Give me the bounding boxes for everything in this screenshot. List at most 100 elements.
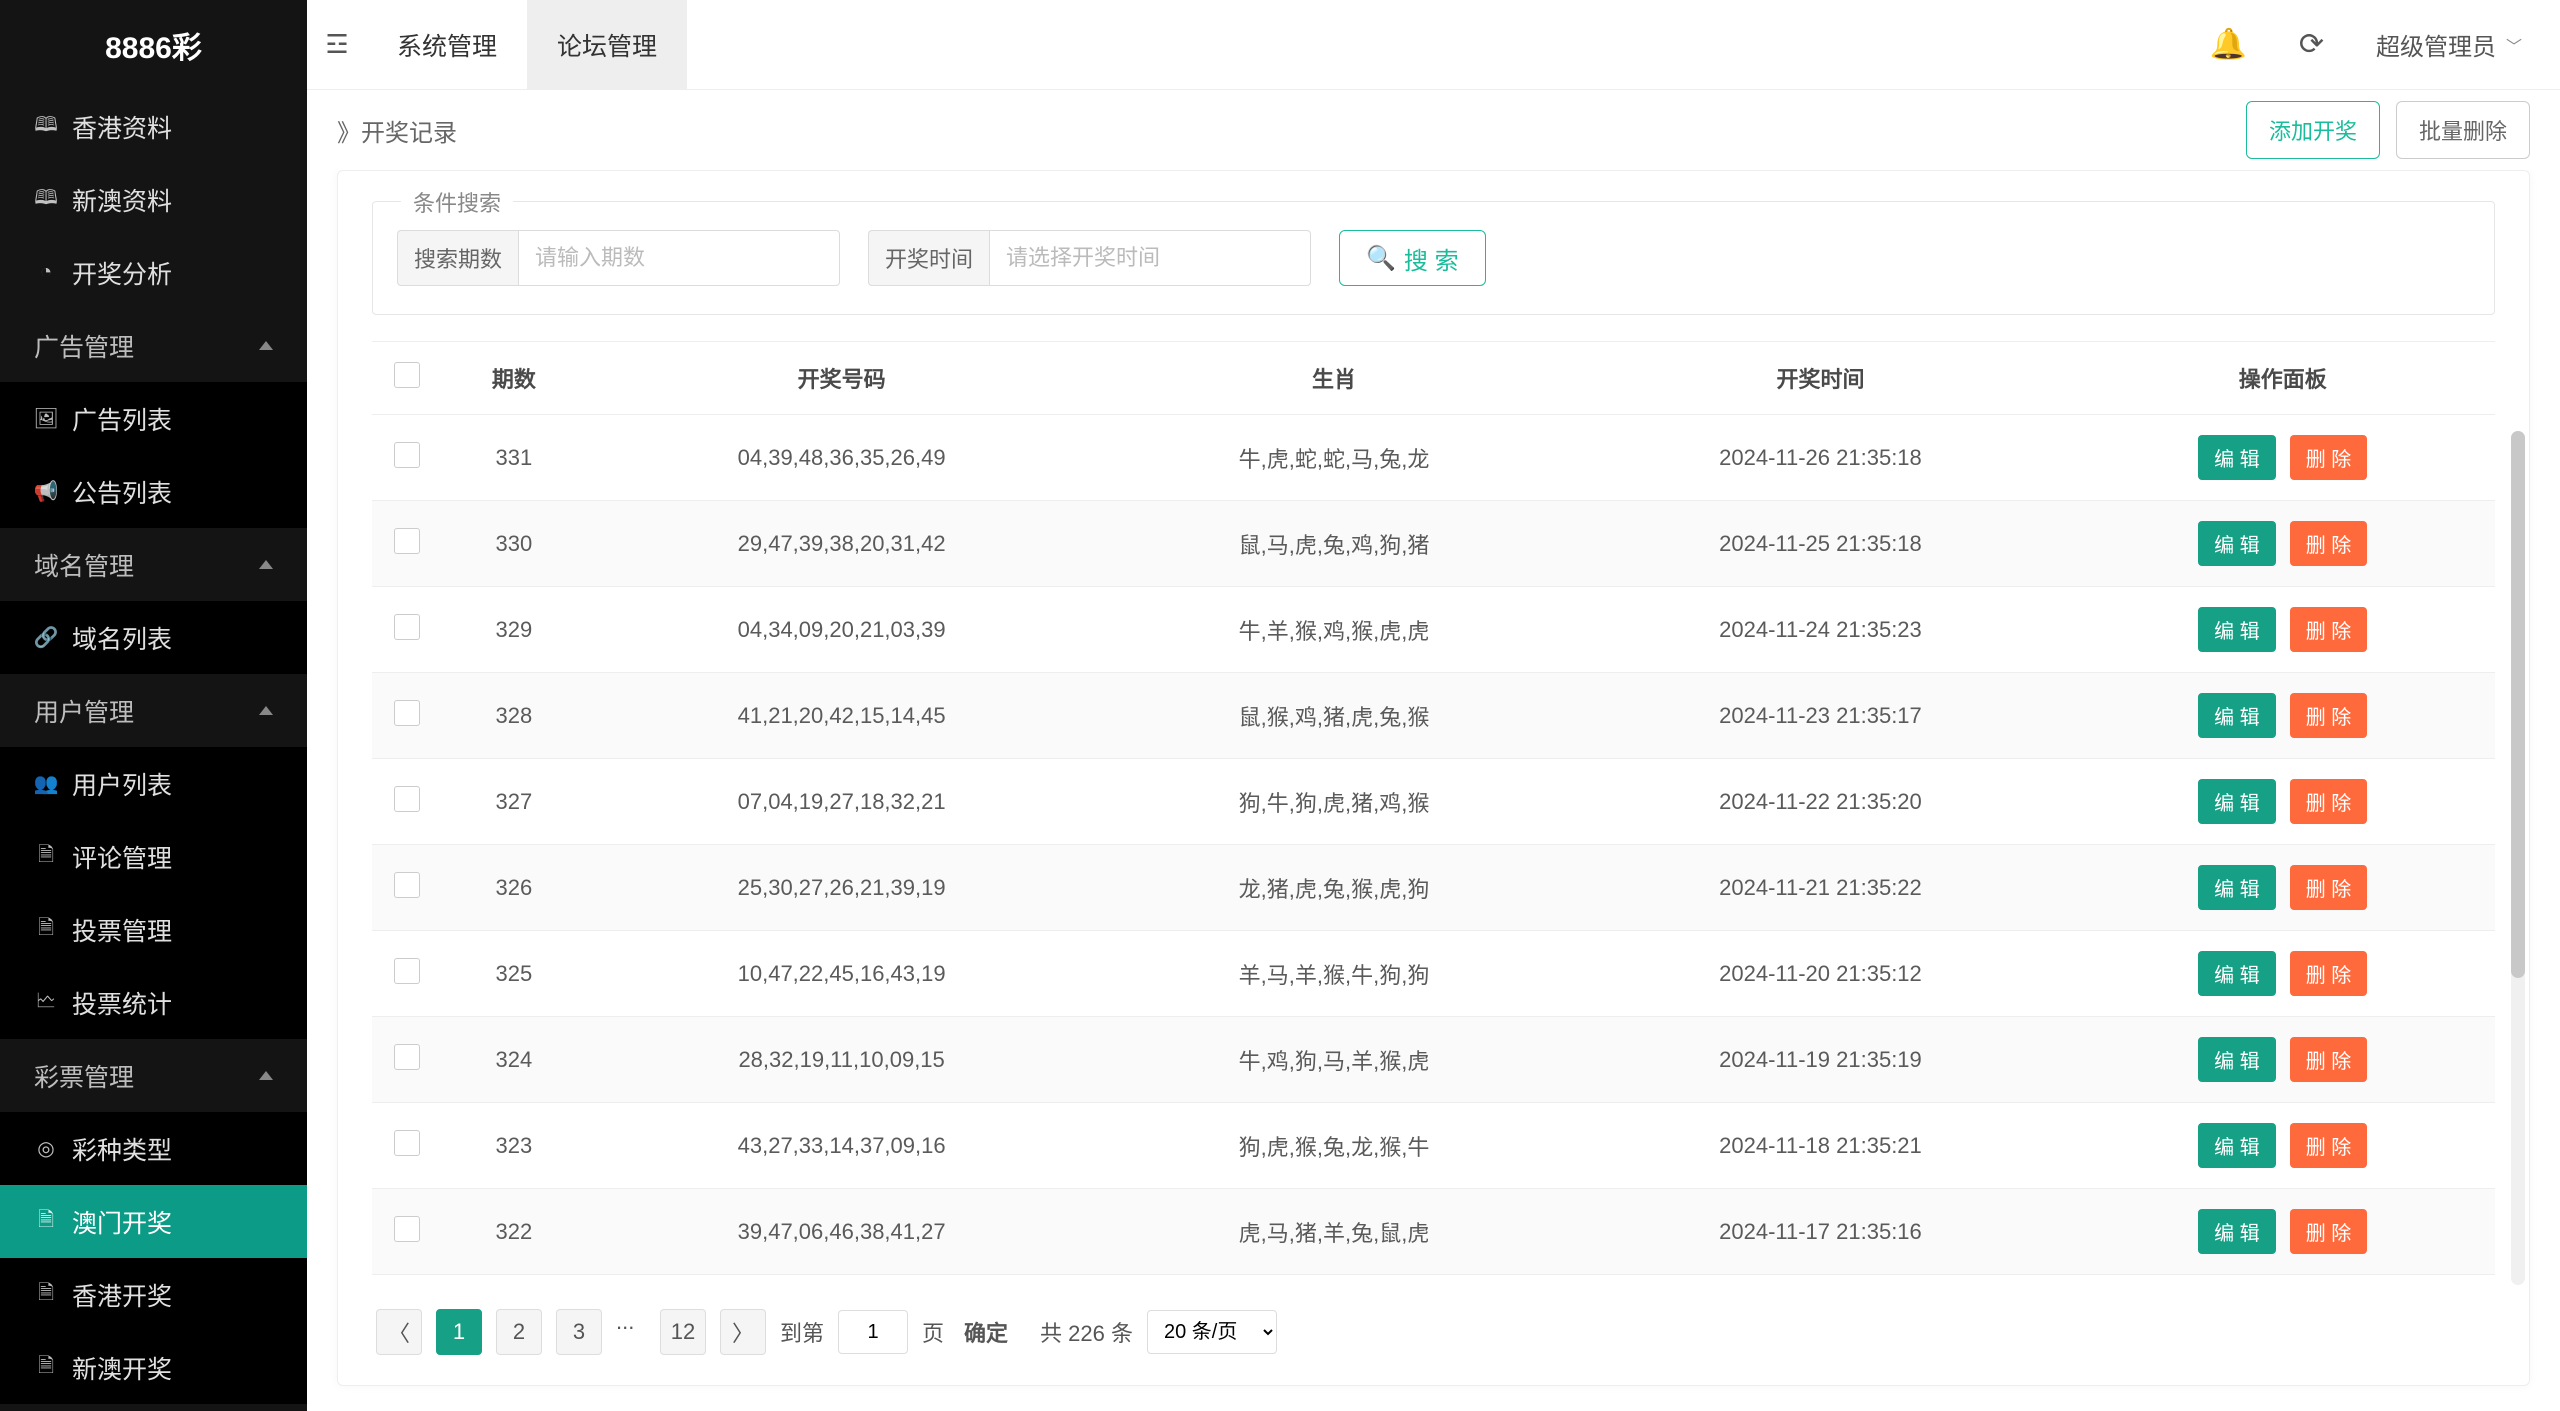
sidebar-item[interactable]: 🗎 评论管理: [0, 820, 307, 893]
delete-button[interactable]: 删 除: [2290, 1037, 2368, 1082]
top-tab[interactable]: 系统管理: [367, 0, 527, 89]
sidebar-item[interactable]: 🕮新澳资料: [0, 163, 307, 236]
bell-icon[interactable]: 🔔: [2209, 27, 2246, 62]
collapse-sidebar-button[interactable]: ☲: [307, 0, 367, 90]
table-row: 32625,30,27,26,21,39,19龙,猪,虎,兔,猴,虎,狗2024…: [372, 845, 2495, 931]
delete-button[interactable]: 删 除: [2290, 779, 2368, 824]
table-row: 32133,17,35,10,38,20,36猴,鼠,马,羊,兔,鸡,蛇2024…: [372, 1275, 2495, 1286]
row-checkbox[interactable]: [394, 1130, 420, 1156]
goto-confirm-button[interactable]: 确定: [964, 1316, 1008, 1348]
sidebar-group-header[interactable]: 广告管理: [0, 309, 307, 382]
delete-button[interactable]: 删 除: [2290, 1209, 2368, 1254]
search-legend: 条件搜索: [401, 186, 513, 218]
select-all-checkbox[interactable]: [394, 362, 420, 388]
row-checkbox[interactable]: [394, 1044, 420, 1070]
chevron-up-icon: [259, 706, 273, 715]
page-size-select[interactable]: 20 条/页: [1147, 1310, 1277, 1354]
edit-button[interactable]: 编 辑: [2198, 1123, 2276, 1168]
edit-button[interactable]: 编 辑: [2198, 951, 2276, 996]
cell-zodiac: 猴,鼠,马,羊,兔,鸡,蛇: [1098, 1275, 1571, 1286]
row-checkbox[interactable]: [394, 528, 420, 554]
cell-zodiac: 牛,鸡,狗,马,羊,猴,虎: [1098, 1017, 1571, 1103]
sidebar-item[interactable]: 🔗域名列表: [0, 601, 307, 674]
goto-page-input[interactable]: [838, 1310, 908, 1354]
edit-button[interactable]: 编 辑: [2198, 435, 2276, 480]
th-time: 开奖时间: [1571, 342, 2071, 415]
sidebar-group-label: 用户管理: [34, 693, 134, 729]
row-checkbox[interactable]: [394, 872, 420, 898]
page-number-button[interactable]: 1: [436, 1309, 482, 1355]
sidebar-group-header[interactable]: 域名管理: [0, 528, 307, 601]
brand-logo: 8886彩: [0, 0, 307, 90]
sidebar-item-label: 香港资料: [72, 109, 172, 145]
sidebar-item[interactable]: ◎彩种类型: [0, 1112, 307, 1185]
menu-icon: 🗎: [34, 1283, 58, 1307]
delete-button[interactable]: 删 除: [2290, 865, 2368, 910]
edit-button[interactable]: 编 辑: [2198, 607, 2276, 652]
sidebar-item[interactable]: 📢公告列表: [0, 455, 307, 528]
row-checkbox[interactable]: [394, 786, 420, 812]
prev-page-button[interactable]: 〈: [376, 1309, 422, 1355]
sidebar-item[interactable]: 👥用户列表: [0, 747, 307, 820]
page-number-button[interactable]: 2: [496, 1309, 542, 1355]
menu-icon: 👥: [34, 772, 58, 796]
content-card: 条件搜索 搜索期数 开奖时间 🔍 搜 索: [337, 170, 2530, 1386]
sidebar-item[interactable]: 🗠投票统计: [0, 966, 307, 1039]
main-area: ☲ 系统管理论坛管理 🔔 ⟳ 超级管理员 ﹀ 》开奖记录 添加开奖 批量删除: [307, 0, 2560, 1411]
time-label: 开奖时间: [868, 230, 989, 286]
menu-icon: 🕮: [34, 115, 58, 139]
edit-button[interactable]: 编 辑: [2198, 521, 2276, 566]
goto-label-pre: 到第: [780, 1316, 824, 1348]
sidebar-item[interactable]: 🗎澳门开奖: [0, 1185, 307, 1258]
row-checkbox[interactable]: [394, 700, 420, 726]
row-checkbox[interactable]: [394, 614, 420, 640]
add-draw-button[interactable]: 添加开奖: [2246, 101, 2380, 159]
sidebar-item-label: 评论管理: [72, 839, 172, 875]
sidebar-group-header[interactable]: 彩票管理: [0, 1039, 307, 1112]
delete-button[interactable]: 删 除: [2290, 693, 2368, 738]
sidebar-item[interactable]: 🗎香港开奖: [0, 1258, 307, 1331]
delete-button[interactable]: 删 除: [2290, 435, 2368, 480]
top-tabs: 系统管理论坛管理: [367, 0, 687, 89]
sidebar-item[interactable]: 🖼广告列表: [0, 382, 307, 455]
delete-button[interactable]: 删 除: [2290, 1123, 2368, 1168]
row-checkbox[interactable]: [394, 1216, 420, 1242]
menu-icon: 🗎: [34, 845, 58, 869]
sidebar-item-label: 公告列表: [72, 474, 172, 510]
cell-time: 2024-11-18 21:35:21: [1571, 1103, 2071, 1189]
sidebar-group-header[interactable]: 用户管理: [0, 674, 307, 747]
sidebar-item[interactable]: 🕮 香港资料: [0, 90, 307, 163]
sidebar-item-label: 广告列表: [72, 401, 172, 437]
delete-button[interactable]: 删 除: [2290, 951, 2368, 996]
sidebar-item[interactable]: 🗎投票管理: [0, 893, 307, 966]
next-page-button[interactable]: 〉: [720, 1309, 766, 1355]
page-number-button[interactable]: 12: [660, 1309, 706, 1355]
search-button[interactable]: 🔍 搜 索: [1339, 230, 1486, 286]
cell-numbers: 43,27,33,14,37,09,16: [586, 1103, 1098, 1189]
vertical-scrollbar[interactable]: [2511, 431, 2525, 1285]
menu-icon: 🗎: [34, 1356, 58, 1380]
bulk-delete-button[interactable]: 批量删除: [2396, 101, 2530, 159]
delete-button[interactable]: 删 除: [2290, 521, 2368, 566]
sidebar-item[interactable]: 🗎新澳开奖: [0, 1331, 307, 1404]
edit-button[interactable]: 编 辑: [2198, 693, 2276, 738]
edit-button[interactable]: 编 辑: [2198, 865, 2276, 910]
time-input[interactable]: [989, 230, 1311, 286]
edit-button[interactable]: 编 辑: [2198, 1209, 2276, 1254]
edit-button[interactable]: 编 辑: [2198, 1037, 2276, 1082]
sidebar-item[interactable]: ◔开奖分析: [0, 236, 307, 309]
period-input[interactable]: [518, 230, 840, 286]
row-checkbox[interactable]: [394, 442, 420, 468]
search-button-label: 搜 索: [1404, 241, 1459, 276]
menu-icon: ◎: [34, 1137, 58, 1161]
edit-button[interactable]: 编 辑: [2198, 779, 2276, 824]
user-menu[interactable]: 超级管理员 ﹀: [2376, 27, 2530, 62]
top-tab[interactable]: 论坛管理: [527, 0, 687, 89]
page-number-button[interactable]: 3: [556, 1309, 602, 1355]
row-checkbox[interactable]: [394, 958, 420, 984]
th-period: 期数: [442, 342, 586, 415]
cell-numbers: 33,17,35,10,38,20,36: [586, 1275, 1098, 1286]
cell-zodiac: 羊,马,羊,猴,牛,狗,狗: [1098, 931, 1571, 1017]
delete-button[interactable]: 删 除: [2290, 607, 2368, 652]
refresh-icon[interactable]: ⟳: [2299, 27, 2324, 62]
